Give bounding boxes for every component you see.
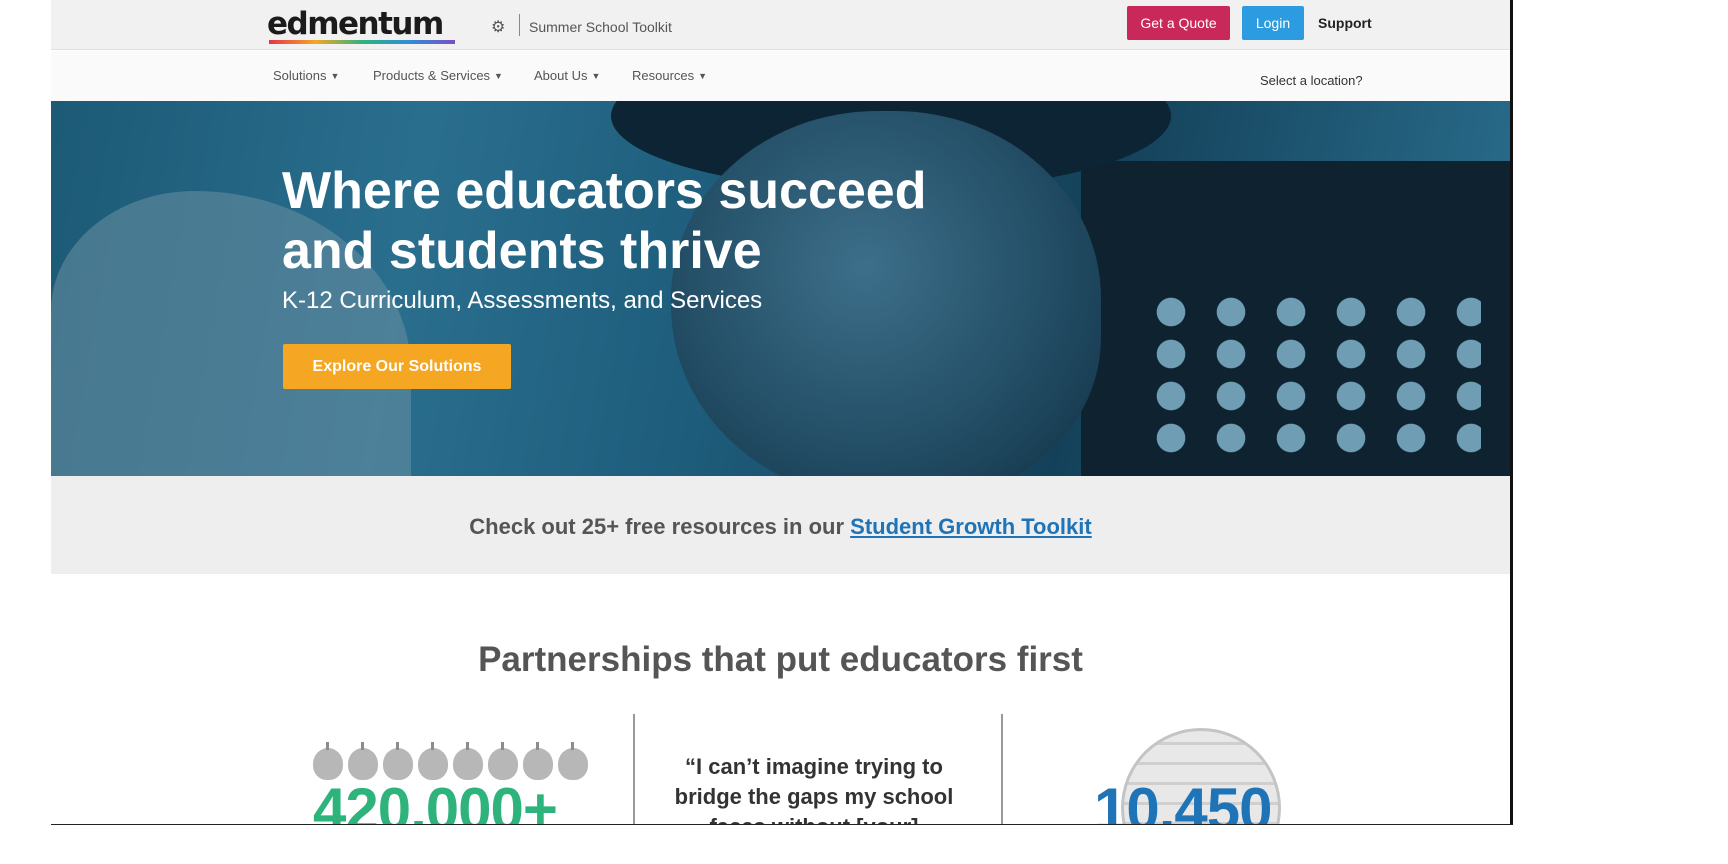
hero-subtitle: K-12 Curriculum, Assessments, and Servic… (282, 287, 763, 314)
chevron-down-icon: ▼ (330, 71, 340, 81)
logo-color-stripe (269, 40, 455, 44)
header-separator (519, 14, 520, 36)
schools-stat: 10,450 (1094, 776, 1273, 825)
apple-icon (558, 742, 588, 780)
support-link[interactable]: Support (1318, 15, 1372, 31)
nav-item-solutions[interactable]: Solutions ▼ (273, 68, 339, 83)
resources-banner: Check out 25+ free resources in our Stud… (51, 476, 1510, 574)
testimonial-quote: “I can’t imagine trying to bridge the ga… (674, 754, 954, 824)
main-navigation: Solutions ▼ Products & Services ▼ About Us… (51, 51, 1510, 101)
banner-lead: Check out 25+ free resources in our (469, 514, 851, 539)
nav-label: Solutions (273, 68, 327, 83)
login-button[interactable]: Login (1242, 6, 1304, 40)
hero-title-line1: Where educators succeed (282, 162, 927, 220)
nav-item-resources[interactable]: Resources ▼ (632, 68, 707, 83)
column-divider (633, 714, 635, 824)
column-divider (1001, 714, 1003, 824)
hero-title: Where educators succeed and students thr… (282, 161, 1042, 281)
hero-banner: Where educators succeed and students thr… (51, 101, 1510, 476)
educators-stat: 420,000+ (313, 776, 558, 825)
explore-solutions-button[interactable]: Explore Our Solutions (283, 344, 511, 389)
top-utility-bar: edmentum ⚙ Summer School Toolkit Get a Q… (51, 0, 1510, 50)
nav-label: Resources (632, 68, 695, 83)
chevron-down-icon: ▼ (494, 71, 503, 81)
get-quote-button[interactable]: Get a Quote (1127, 6, 1230, 40)
nav-label: Products & Services (373, 68, 491, 83)
banner-text: Check out 25+ free resources in our Stud… (469, 514, 1091, 540)
nav-item-products-services[interactable]: Products & Services ▼ (373, 68, 503, 83)
student-growth-toolkit-link[interactable]: Student Growth Toolkit (850, 514, 1092, 539)
summer-toolkit-link[interactable]: Summer School Toolkit (529, 19, 672, 35)
gear-icon[interactable]: ⚙ (491, 17, 505, 37)
nav-label: About Us (534, 68, 588, 83)
nav-item-about-us[interactable]: About Us ▼ (534, 68, 600, 83)
hero-background-keys (1141, 291, 1481, 461)
browser-viewport: edmentum ⚙ Summer School Toolkit Get a Q… (51, 0, 1513, 825)
edmentum-logo[interactable]: edmentum (267, 6, 444, 42)
hero-title-line2: and students thrive (282, 222, 762, 280)
chevron-down-icon: ▼ (591, 71, 601, 81)
partnerships-heading: Partnerships that put educators first (478, 640, 1083, 679)
chevron-down-icon: ▼ (698, 71, 708, 81)
select-location-link[interactable]: Select a location? (1260, 73, 1363, 88)
